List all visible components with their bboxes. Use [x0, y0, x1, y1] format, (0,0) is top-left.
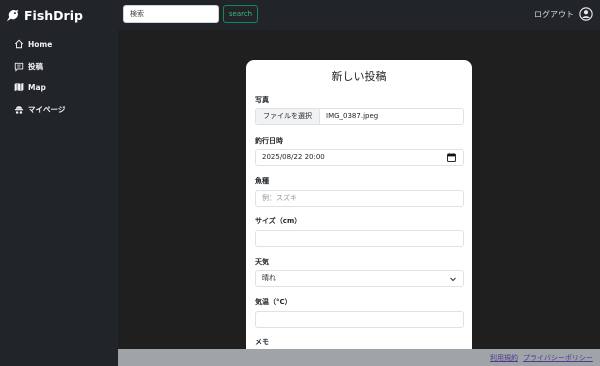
temperature-input[interactable]	[255, 311, 464, 328]
logout-link[interactable]: ログアウト	[534, 9, 574, 20]
datetime-label: 釣行日時	[255, 137, 283, 145]
terms-link[interactable]: 利用規約	[490, 353, 518, 363]
search-input[interactable]: 検索	[123, 5, 219, 23]
temperature-label: 気温（°C）	[255, 298, 292, 306]
top-navbar: FishDrip 検索 search ログアウト	[0, 0, 600, 30]
size-label: サイズ（cm）	[255, 217, 302, 225]
memo-label: メモ	[255, 338, 269, 346]
weather-select[interactable]: 晴れ	[255, 270, 464, 287]
sidebar-item-label: Map	[28, 82, 46, 92]
datetime-value: 2025/08/22 20:00	[262, 153, 325, 161]
sidebar-item-label: マイページ	[28, 105, 66, 114]
calendar-icon[interactable]	[447, 153, 456, 162]
mypage-icon	[14, 105, 24, 114]
privacy-policy-link[interactable]: プライバシーポリシー	[523, 353, 593, 363]
footer: 利用規約 プライバシーポリシー	[118, 349, 600, 366]
brand-name: FishDrip	[24, 7, 83, 23]
new-post-card: 新しい投稿 写真 ファイルを選択 IMG_0387.jpeg 釣行日時 2025…	[246, 60, 472, 360]
size-input[interactable]	[255, 230, 464, 247]
choose-file-button[interactable]: ファイルを選択	[256, 109, 320, 124]
map-icon	[14, 82, 24, 92]
photo-label: 写真	[255, 96, 269, 104]
species-label: 魚種	[255, 177, 269, 185]
sidebar-item-label: 投稿	[28, 62, 43, 71]
weather-label: 天気	[255, 258, 269, 266]
sidebar-item-label: Home	[28, 39, 53, 49]
sidebar-item-home[interactable]: Home	[14, 39, 52, 49]
sidebar-item-post[interactable]: 投稿	[14, 61, 43, 72]
post-icon	[14, 62, 24, 72]
fish-logo-icon	[6, 9, 19, 21]
sidebar: Home 投稿 Map マイページ	[0, 30, 118, 366]
file-name: IMG_0387.jpeg	[326, 112, 379, 120]
user-circle-icon[interactable]	[579, 7, 593, 21]
species-input[interactable]: 例：スズキ	[255, 190, 464, 207]
brand-link[interactable]: FishDrip	[6, 5, 83, 25]
sidebar-item-mypage[interactable]: マイページ	[14, 104, 65, 115]
home-icon	[14, 39, 24, 49]
chevron-down-icon	[450, 277, 456, 282]
page-title: 新しい投稿	[331, 70, 387, 83]
photo-file-input[interactable]: ファイルを選択 IMG_0387.jpeg	[255, 108, 464, 125]
species-placeholder: 例：スズキ	[262, 194, 297, 202]
sidebar-item-map[interactable]: Map	[14, 82, 46, 92]
datetime-input[interactable]: 2025/08/22 20:00	[255, 149, 464, 166]
search-button[interactable]: search	[223, 5, 258, 23]
weather-value: 晴れ	[262, 274, 276, 282]
